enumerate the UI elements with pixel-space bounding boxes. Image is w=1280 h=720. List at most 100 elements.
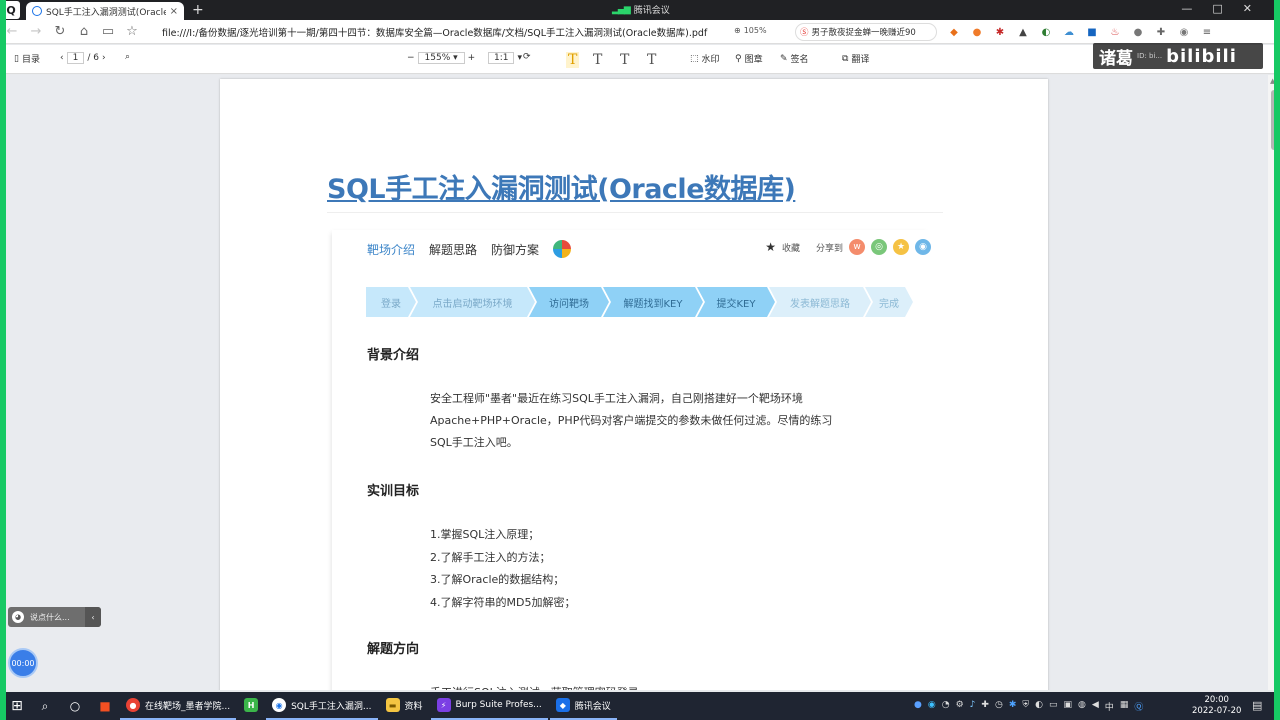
tab-range-intro: 靶场介绍: [367, 242, 416, 257]
sign-label: 签名: [790, 55, 809, 65]
tray-app-icon[interactable]: ◍: [1078, 700, 1086, 713]
text-add-icon[interactable]: T: [647, 52, 656, 68]
new-tab-button[interactable]: +: [192, 2, 204, 18]
sign-button[interactable]: ✎ 签名: [780, 52, 809, 66]
page-number-input[interactable]: 1: [66, 52, 85, 64]
orange-extension-icon[interactable]: ●: [969, 24, 985, 40]
tab-close-icon[interactable]: ×: [170, 6, 178, 17]
windows-app-icon[interactable]: ■: [90, 699, 120, 713]
translate-button[interactable]: ⧉ 翻译: [842, 52, 869, 66]
user-extension-icon[interactable]: ●: [1130, 24, 1146, 40]
clock-date: 2022-07-20: [1192, 706, 1242, 716]
taskbar-app-label: 腾讯会议: [574, 701, 611, 712]
taskbar-app-folder[interactable]: ▬ 资料: [380, 692, 429, 720]
toc-label: 目录: [21, 55, 40, 65]
tray-app-icon[interactable]: ◷: [995, 700, 1003, 713]
zoom-select[interactable]: 155% ▾: [417, 52, 465, 64]
minimize-button[interactable]: —: [1181, 2, 1192, 15]
step-visit-range: 访问靶场: [529, 287, 609, 317]
text-highlight-icon[interactable]: T: [566, 52, 580, 68]
meeting-indicator[interactable]: ▂▄▆ 腾讯会议: [612, 3, 670, 17]
tray-app-icon[interactable]: ✚: [981, 700, 989, 713]
collapse-chevron-icon[interactable]: ‹: [85, 607, 101, 627]
watermark-id: ID: bi...: [1137, 52, 1163, 60]
tray-app-icon[interactable]: ●: [914, 700, 922, 713]
zoom-out-button[interactable]: −: [407, 53, 415, 63]
profile-icon[interactable]: ◉: [1176, 24, 1192, 40]
game-extension-icon[interactable]: ◆: [946, 24, 962, 40]
home-button[interactable]: ⌂: [72, 24, 96, 39]
news-search-box[interactable]: Ⓢ 男子散夜捉金蝉一晚赚近90: [795, 23, 937, 41]
bilibili-watermark: 诸葛 ID: bi... bilibili: [1093, 43, 1263, 69]
cortana-icon[interactable]: ○: [60, 699, 90, 713]
green-extension-icon[interactable]: ◐: [1038, 24, 1054, 40]
watermark-button[interactable]: ⬚ 水印: [690, 52, 720, 66]
chat-input-pill[interactable]: ◕ 说点什么... ‹: [8, 607, 101, 627]
background-paragraph: 安全工程师"墨者"最近在练习SQL手工注入漏洞，自己刚搭建好一个靶场环境 Apa…: [430, 388, 860, 454]
taskbar-clock[interactable]: 20:00 2022-07-20: [1192, 695, 1241, 717]
background-heading: 背景介绍: [367, 348, 420, 363]
taskbar-app-burp[interactable]: ⚡ Burp Suite Profes...: [430, 692, 548, 720]
network-icon[interactable]: ▭: [1049, 700, 1058, 713]
pdf-search-icon[interactable]: ⌕: [125, 52, 130, 62]
tray-app-icon[interactable]: ♪: [970, 700, 976, 713]
notification-icon[interactable]: ▤: [1252, 699, 1262, 712]
edge-tray-icon[interactable]: ◉: [928, 700, 936, 713]
red-extension-icon[interactable]: ♨: [1107, 24, 1123, 40]
zoom-select-value: 155%: [424, 53, 451, 63]
toc-button[interactable]: ▯ 目录: [14, 52, 40, 66]
zoom-indicator[interactable]: ⊕ 105%: [734, 26, 767, 35]
background-line: 安全工程师"墨者"最近在练习SQL手工注入漏洞，自己刚搭建好一个靶场环境: [430, 392, 803, 405]
tray-app-icon[interactable]: ▣: [1064, 700, 1073, 713]
prev-page-icon[interactable]: ‹: [60, 53, 64, 63]
volume-icon[interactable]: ◀: [1092, 700, 1099, 713]
pdf-tab-icon: [32, 6, 42, 16]
blue-extension-icon[interactable]: ■: [1084, 24, 1100, 40]
search-icon[interactable]: ⌕: [30, 699, 60, 714]
start-windows-icon[interactable]: ⊞: [4, 698, 30, 714]
goals-list: 1.掌握SQL注入原理； 2.了解手工注入的方法； 3.了解Oracle的数据结…: [430, 524, 575, 614]
flask-extension-icon[interactable]: ▲: [1015, 24, 1031, 40]
hbuilder-icon: H: [244, 698, 259, 712]
step-complete: 完成: [865, 287, 913, 317]
menu-icon[interactable]: ≡: [1199, 24, 1215, 40]
pdf-toolbar: ▯ 目录 ‹ 1 / 6 › ⌕ − 155% ▾ + 1:1 ▾ ⟳ T T T…: [0, 45, 1280, 74]
taskbar-app-meeting[interactable]: ◆ 腾讯会议: [549, 692, 617, 720]
forward-button[interactable]: →: [24, 24, 48, 39]
taskbar-app-pdf[interactable]: ◉ SQL手工注入漏洞...: [266, 692, 378, 720]
extension-icons: ◆ ● ✱ ▲ ◐ ☁ ■ ♨ ● ✚ ◉ ≡: [946, 24, 1215, 40]
tray-app-icon[interactable]: ◐: [1035, 700, 1043, 713]
maximize-button[interactable]: □: [1212, 2, 1222, 15]
fit-select[interactable]: 1:1 ▾: [488, 52, 522, 64]
background-line: SQL手工注入吧。: [430, 436, 518, 449]
puzzle-extension-icon[interactable]: ✚: [1153, 24, 1169, 40]
next-page-icon[interactable]: ›: [102, 53, 106, 63]
text-strike-icon[interactable]: T: [620, 52, 629, 68]
bookmark-star-icon[interactable]: ☆: [120, 24, 144, 39]
browser-tab-active[interactable]: SQL手工注入漏洞测试(Oracle数据库 ×: [26, 2, 184, 20]
tray-app-icon[interactable]: ⚙: [956, 700, 964, 713]
rotate-icon[interactable]: ⟳: [523, 52, 531, 62]
reading-list-icon[interactable]: ▭: [96, 24, 120, 39]
cloud-extension-icon[interactable]: ☁: [1061, 24, 1077, 40]
shield-icon[interactable]: ⛨: [1022, 700, 1029, 713]
meeting-tray-icon[interactable]: Ⓠ: [1134, 700, 1143, 713]
zoom-in-button[interactable]: +: [468, 53, 476, 63]
text-format-icon[interactable]: T: [593, 52, 602, 68]
tray-app-icon[interactable]: ▦: [1120, 700, 1129, 713]
stamp-button[interactable]: ⚲ 图章: [735, 52, 763, 66]
bluetooth-icon[interactable]: ✱: [1009, 700, 1017, 713]
watermark-label: 水印: [701, 55, 720, 65]
recording-timer[interactable]: 00:00: [8, 648, 38, 678]
url-field[interactable]: file:///I:/备份数据/逐光培训第十一期/第四十四节：数据库安全篇—Or…: [162, 25, 722, 39]
reload-button[interactable]: ↻: [48, 24, 72, 39]
pdf-viewport[interactable]: SQL手工注入漏洞测试(Oracle数据库) 靶场介绍 解题思路 防御方案 ★ …: [0, 75, 1268, 690]
page-total: / 6: [87, 53, 99, 63]
bug-extension-icon[interactable]: ✱: [992, 24, 1008, 40]
share-label: 分享到: [815, 243, 843, 254]
qq-tray-icon[interactable]: ◔: [942, 700, 950, 713]
taskbar-app-hbuilder[interactable]: H: [238, 692, 264, 720]
close-window-button[interactable]: ✕: [1243, 2, 1252, 15]
ime-indicator[interactable]: 中: [1105, 700, 1114, 713]
taskbar-app-chrome[interactable]: ● 在线靶场_墨者学院...: [120, 692, 237, 720]
